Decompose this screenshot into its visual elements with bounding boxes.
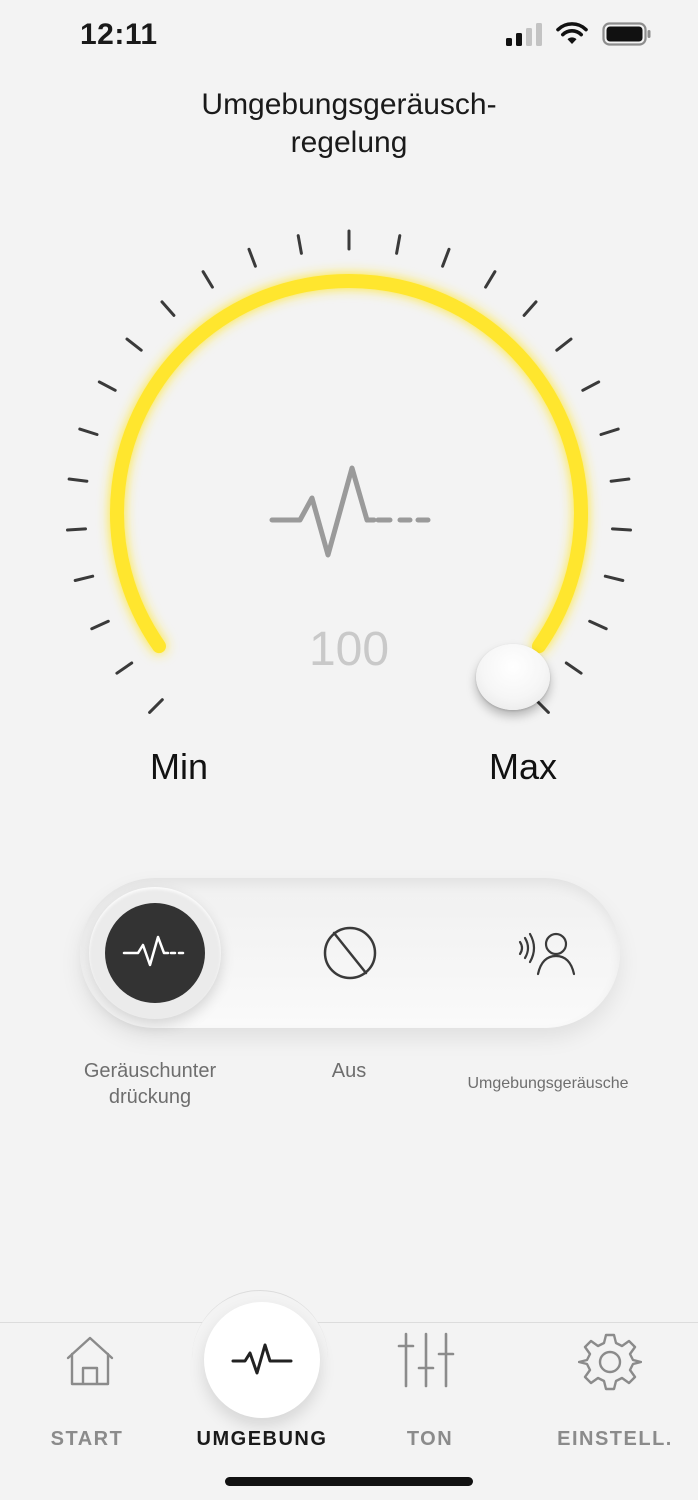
nav-label-start: START: [50, 1428, 124, 1450]
dial-tick: [581, 380, 601, 392]
equalizer-icon: [397, 1332, 455, 1388]
nav-label-einstellungen: EINSTELL.: [557, 1428, 673, 1450]
cellular-signal-icon: [506, 22, 542, 46]
dial-tick: [160, 300, 176, 317]
dial-tick: [603, 574, 625, 582]
dial-tick: [599, 427, 620, 436]
mode-selector: [80, 878, 620, 1028]
dial-value: 100: [308, 623, 390, 676]
mode-off-button[interactable]: [275, 878, 425, 1028]
dial-tick: [395, 234, 402, 255]
status-time: 12:11: [80, 18, 158, 51]
dial-level-arc: [110, 273, 588, 654]
dial-tick: [247, 247, 257, 268]
mode-noise-cancel-label: Geräuschunter drückung: [83, 1060, 217, 1108]
dial-tick: [522, 300, 538, 317]
dial-min-label: Min: [150, 746, 209, 787]
dial-tick: [555, 337, 573, 352]
mode-ambient-label: Umgebungsgeräusche: [467, 1075, 629, 1092]
dial-tick: [66, 527, 87, 532]
dial-tick: [97, 380, 117, 392]
gear-icon: [578, 1333, 642, 1391]
battery-icon: [602, 22, 651, 46]
off-icon: [323, 926, 377, 980]
dial-tick: [78, 427, 99, 436]
dial-tick: [148, 698, 164, 714]
dial-tick: [73, 574, 95, 582]
waveform-icon: [269, 465, 431, 558]
dial-tick: [611, 527, 632, 532]
home-indicator: [225, 1477, 473, 1486]
dial-tick: [125, 337, 143, 352]
ambient-sound-icon: [518, 932, 576, 976]
dial-tick: [296, 234, 303, 255]
waveform-icon: [231, 1343, 293, 1375]
mode-ambient-button[interactable]: [470, 878, 620, 1028]
page-title-line2: regelung: [290, 126, 408, 159]
status-icons: [506, 22, 652, 46]
dial-tick: [201, 270, 214, 289]
home-icon: [66, 1336, 114, 1386]
mode-off-label: Aus: [331, 1060, 367, 1082]
dial-max-label: Max: [489, 746, 558, 787]
page-title-line1: Umgebungsgeräusch-: [201, 88, 497, 121]
dial-tick: [441, 247, 451, 268]
nav-label-ton: TON: [406, 1428, 454, 1450]
dial-tick: [609, 477, 631, 483]
mode-noise-cancel-button[interactable]: [80, 878, 230, 1028]
ambient-level-dial[interactable]: 100: [0, 220, 698, 740]
nav-label-umgebung: UMGEBUNG: [196, 1428, 328, 1450]
page-title: Umgebungsgeräusch- regelung: [0, 86, 698, 162]
noise-cancel-icon: [122, 935, 185, 967]
nav-item-umgebung[interactable]: [204, 1302, 320, 1418]
dial-tick: [484, 270, 497, 289]
status-bar: 12:11: [0, 0, 698, 70]
dial-knob[interactable]: [476, 644, 550, 710]
wifi-icon: [556, 22, 588, 44]
dial-tick: [67, 477, 89, 483]
